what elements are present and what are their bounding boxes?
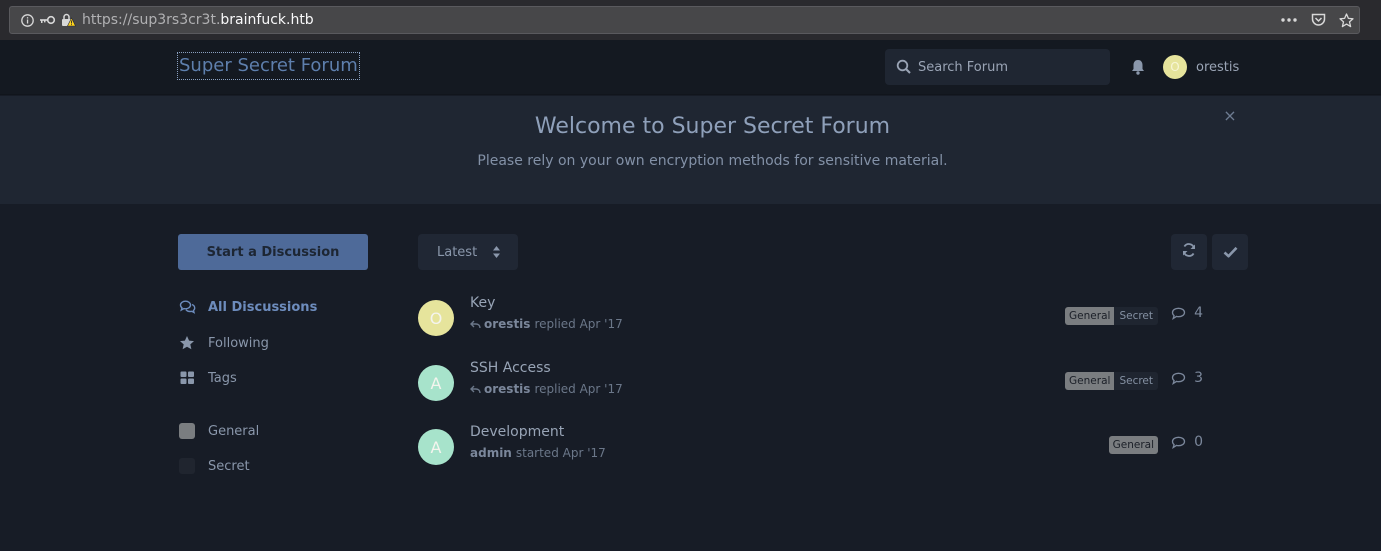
- discussion-item[interactable]: O Key orestis replied Apr '17 General Se…: [418, 295, 1208, 345]
- username-label: orestis: [1196, 59, 1240, 75]
- discussion-user[interactable]: admin: [470, 446, 512, 460]
- tag-label: General: [208, 423, 260, 439]
- forum-title-link[interactable]: Super Secret Forum: [177, 52, 360, 80]
- search-box[interactable]: [885, 49, 1110, 85]
- welcome-hero: Welcome to Super Secret Forum Please rel…: [0, 96, 1381, 204]
- discussion-avatar[interactable]: A: [418, 365, 454, 401]
- sort-dropdown[interactable]: Latest: [418, 234, 518, 270]
- discussion-title[interactable]: SSH Access: [470, 360, 551, 376]
- star-icon: [178, 334, 196, 352]
- tag-color-square: [178, 422, 196, 440]
- tag-badge-secret: Secret: [1114, 372, 1158, 390]
- tag-badge-general: General: [1065, 372, 1115, 390]
- refresh-icon: [1181, 242, 1197, 262]
- hero-subtitle: Please rely on your own encryption metho…: [477, 153, 948, 169]
- reply-count-value: 3: [1194, 370, 1203, 386]
- close-icon[interactable]: ×: [1222, 108, 1238, 124]
- user-avatar: O: [1163, 55, 1187, 79]
- discussion-title[interactable]: Key: [470, 295, 495, 311]
- start-discussion-button[interactable]: Start a Discussion: [178, 234, 368, 270]
- discussion-user[interactable]: orestis: [484, 382, 530, 396]
- sort-caret-icon: [492, 245, 501, 263]
- mark-all-read-button[interactable]: [1212, 234, 1248, 270]
- forum-header: Super Secret Forum O orestis: [0, 40, 1381, 95]
- reply-count: 4: [1171, 305, 1203, 321]
- discussion-action: replied Apr '17: [534, 317, 623, 331]
- nav-all-discussions[interactable]: All Discussions: [178, 295, 317, 319]
- discussion-item[interactable]: A SSH Access orestis replied Apr '17 Gen…: [418, 360, 1208, 410]
- discussion-tags: General Secret: [1065, 372, 1158, 390]
- discussion-avatar[interactable]: A: [418, 429, 454, 465]
- page-actions-icon[interactable]: [1278, 7, 1300, 33]
- tag-color-square: [178, 457, 196, 475]
- discussion-meta: orestis replied Apr '17: [470, 317, 623, 331]
- hero-title: Welcome to Super Secret Forum: [534, 114, 891, 139]
- reply-count: 0: [1171, 434, 1203, 450]
- tag-badge-general: General: [1108, 436, 1158, 454]
- discussion-item[interactable]: A Development admin started Apr '17 Gene…: [418, 424, 1208, 474]
- url-subdomain: sup3rs3cr3t.: [132, 12, 221, 28]
- nav-label: All Discussions: [208, 299, 318, 315]
- discussion-action: replied Apr '17: [534, 382, 623, 396]
- discussion-avatar[interactable]: O: [418, 300, 454, 336]
- nav-label: Tags: [208, 370, 237, 386]
- url-domain: brainfuck.htb: [220, 12, 314, 28]
- browser-toolbar: https://sup3rs3cr3t.brainfuck.htb: [0, 0, 1381, 40]
- search-icon: [896, 59, 912, 75]
- reply-icon: [470, 385, 481, 394]
- discussion-tags: General Secret: [1065, 307, 1158, 325]
- check-icon: [1223, 243, 1238, 262]
- discussion-meta: admin started Apr '17: [470, 446, 606, 460]
- discussion-meta: orestis replied Apr '17: [470, 382, 623, 396]
- comment-bubble-icon: [1171, 372, 1186, 385]
- user-menu[interactable]: O orestis: [1163, 55, 1239, 79]
- address-bar[interactable]: https://sup3rs3cr3t.brainfuck.htb: [9, 6, 1360, 34]
- reply-count-value: 4: [1194, 305, 1203, 321]
- refresh-button[interactable]: [1171, 234, 1207, 270]
- tag-label: Secret: [208, 458, 250, 474]
- tag-badge-general: General: [1065, 307, 1115, 325]
- discussion-action: started Apr '17: [515, 446, 606, 460]
- insecure-lock-icon[interactable]: [59, 7, 77, 33]
- comments-icon: [178, 298, 196, 316]
- reply-count: 3: [1171, 370, 1203, 386]
- reply-icon: [470, 320, 481, 329]
- sort-label: Latest: [437, 244, 478, 260]
- grid-icon: [178, 369, 196, 387]
- url-text[interactable]: https://sup3rs3cr3t.brainfuck.htb: [82, 7, 314, 33]
- pocket-icon[interactable]: [1308, 7, 1328, 33]
- reply-count-value: 0: [1194, 434, 1203, 450]
- info-icon[interactable]: [19, 7, 35, 33]
- nav-tags[interactable]: Tags: [178, 366, 237, 390]
- tag-badge-secret: Secret: [1114, 307, 1158, 325]
- discussion-title[interactable]: Development: [470, 424, 564, 440]
- discussion-user[interactable]: orestis: [484, 317, 530, 331]
- bookmark-star-icon[interactable]: [1336, 7, 1356, 33]
- comment-bubble-icon: [1171, 307, 1186, 320]
- nav-following[interactable]: Following: [178, 331, 269, 355]
- tag-general-link[interactable]: General: [178, 419, 259, 443]
- search-input[interactable]: [918, 49, 1103, 85]
- url-scheme: https://: [82, 12, 133, 28]
- discussion-tags: General: [1108, 436, 1158, 454]
- nav-label: Following: [208, 335, 269, 351]
- comment-bubble-icon: [1171, 436, 1186, 449]
- tag-secret-link[interactable]: Secret: [178, 454, 250, 478]
- key-icon[interactable]: [38, 7, 56, 33]
- notifications-bell-icon[interactable]: [1129, 58, 1147, 76]
